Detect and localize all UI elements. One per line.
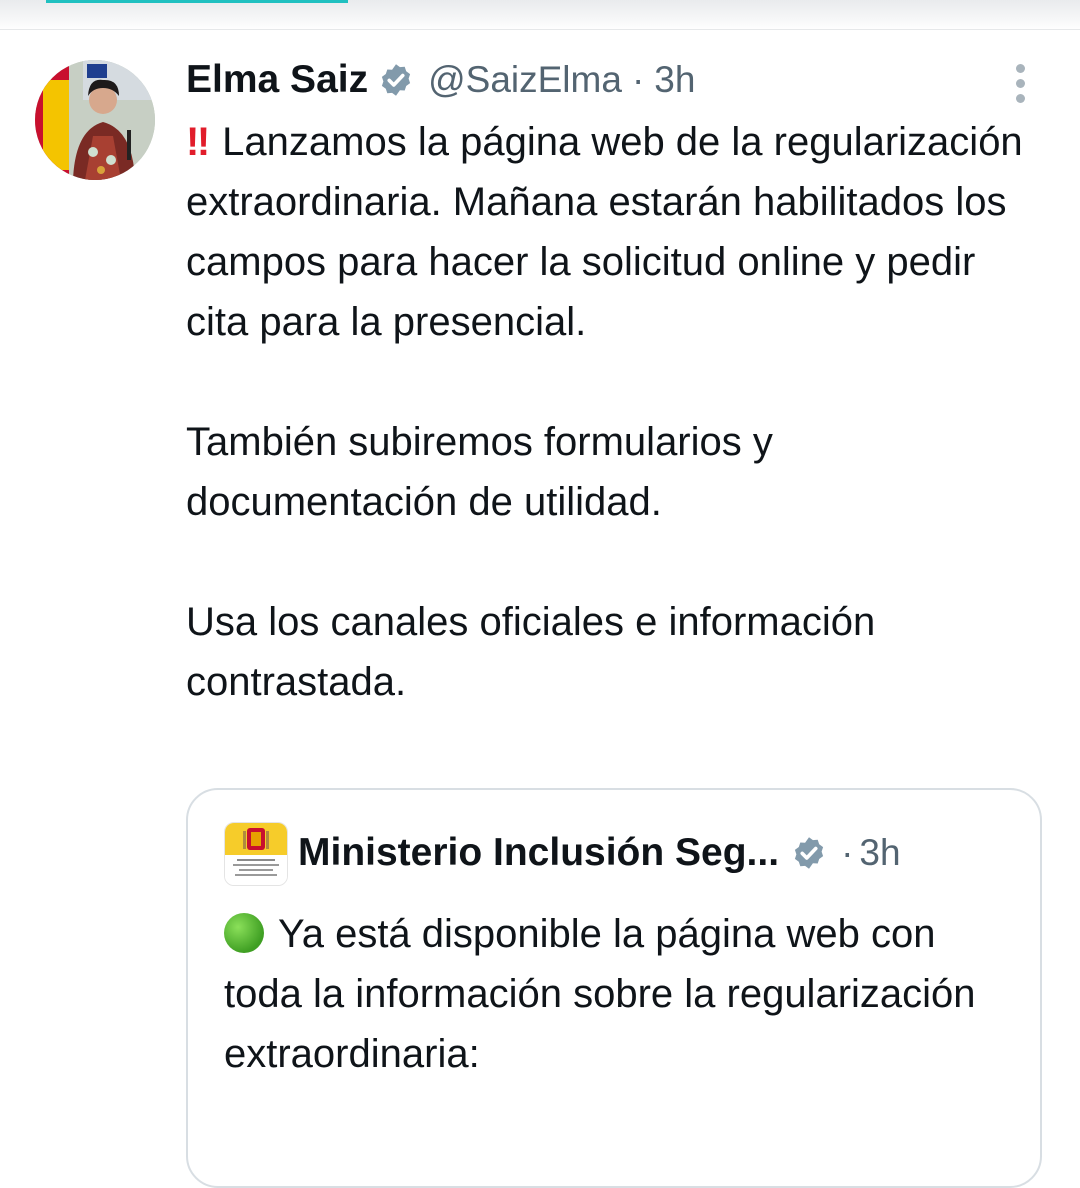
- top-accent-line: [46, 0, 348, 3]
- tweet-body: ‼ Lanzamos la página web de la regulariza…: [186, 112, 1046, 712]
- quoted-tweet-header: Ministerio Inclusión Seg... · 3h: [298, 828, 901, 878]
- quoted-author-name[interactable]: Ministerio Inclusión Seg...: [298, 831, 779, 875]
- quoted-author-logo[interactable]: [224, 822, 288, 886]
- more-dot: [1015, 94, 1025, 103]
- tweet-timestamp[interactable]: 3h: [654, 59, 695, 101]
- top-app-bar-edge: [0, 0, 1080, 30]
- quoted-tweet-timestamp[interactable]: 3h: [859, 832, 900, 874]
- tweet-paragraph-3: Usa los canales oficiales e información …: [186, 600, 876, 704]
- verified-badge-icon: [381, 64, 411, 96]
- divider: [0, 29, 1080, 30]
- tweet-header: Elma Saiz @SaizElma · 3h: [186, 55, 695, 105]
- tweet-paragraph-1: Lanzamos la página web de la regularizac…: [186, 120, 1023, 344]
- coat-of-arms-icon: [225, 823, 287, 885]
- verified-badge-icon: [794, 837, 824, 869]
- more-options-button[interactable]: [1008, 64, 1032, 106]
- separator-dot: ·: [631, 59, 645, 100]
- quoted-tweet-card[interactable]: Ministerio Inclusión Seg... · 3h Ya está…: [186, 788, 1042, 1188]
- author-name[interactable]: Elma Saiz: [186, 58, 368, 102]
- double-exclamation-icon: ‼: [186, 120, 210, 164]
- separator-dot: ·: [841, 832, 854, 873]
- tweet-paragraph-2: También subiremos formularios y document…: [186, 420, 773, 524]
- quoted-tweet-text: Ya está disponible la página web con tod…: [224, 912, 976, 1076]
- author-handle[interactable]: @SaizElma: [428, 59, 622, 101]
- green-circle-icon: [224, 913, 264, 953]
- avatar-photo: [35, 60, 155, 180]
- more-vertical-icon: [1015, 64, 1025, 73]
- more-dot: [1015, 79, 1025, 88]
- author-avatar[interactable]: [35, 60, 155, 180]
- quoted-tweet-body: Ya está disponible la página web con tod…: [224, 904, 1024, 1084]
